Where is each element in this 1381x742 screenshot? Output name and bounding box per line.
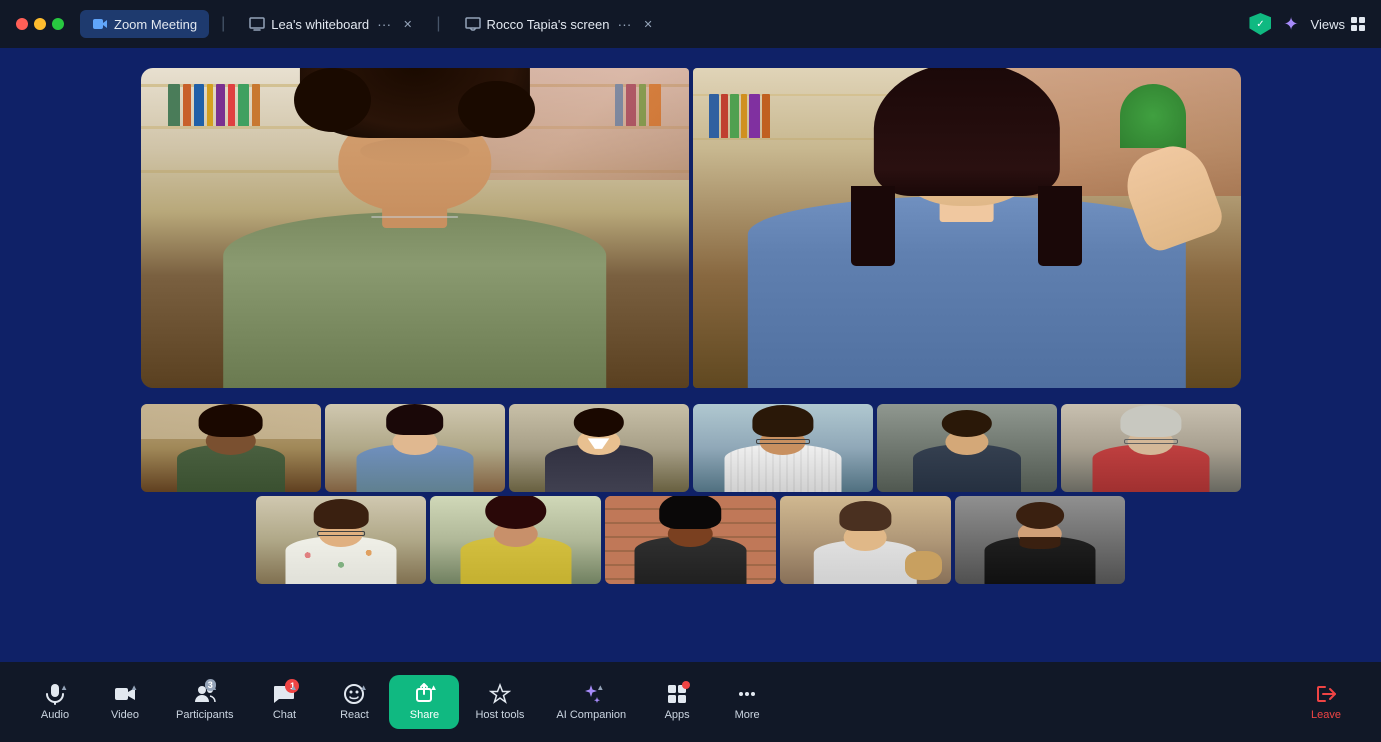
tab-zoom-meeting[interactable]: Zoom Meeting xyxy=(80,10,209,38)
chat-icon: 1 ▲ xyxy=(273,683,295,705)
host-tools-icon xyxy=(489,683,511,705)
video-cell-2 xyxy=(693,68,1241,388)
apps-notification-dot xyxy=(682,681,690,689)
tab-whiteboard-label: Lea's whiteboard xyxy=(271,17,369,32)
thumb-5 xyxy=(877,404,1057,492)
react-icon: ▲ xyxy=(343,683,365,705)
tab-screen-label: Rocco Tapia's screen xyxy=(487,17,610,32)
video-button[interactable]: ▲ Video xyxy=(90,675,160,729)
share-label: Share xyxy=(410,709,439,721)
tab-rocco-screen[interactable]: Rocco Tapia's screen ··· ✕ xyxy=(453,10,665,38)
thumb-7 xyxy=(256,496,427,584)
grid-icon xyxy=(1351,17,1365,31)
screen-icon xyxy=(465,16,481,32)
tab-close-whiteboard[interactable]: ✕ xyxy=(403,18,412,31)
more-button[interactable]: More xyxy=(712,675,782,729)
main-content xyxy=(0,48,1381,662)
thumb-8 xyxy=(430,496,601,584)
video-icon: ▲ xyxy=(114,683,136,705)
tab-close-screen[interactable]: ✕ xyxy=(643,18,652,31)
audio-chevron-icon: ▲ xyxy=(60,683,68,692)
maximize-button[interactable] xyxy=(52,18,64,30)
apps-button[interactable]: Apps xyxy=(642,675,712,729)
leave-label: Leave xyxy=(1311,709,1341,721)
thumb-9 xyxy=(605,496,776,584)
video-label: Video xyxy=(111,709,139,721)
chat-label: Chat xyxy=(273,709,296,721)
apps-icon xyxy=(666,683,688,705)
tab-dots-whiteboard[interactable]: ··· xyxy=(377,16,391,32)
chat-button[interactable]: 1 ▲ Chat xyxy=(249,675,319,729)
react-label: React xyxy=(340,709,369,721)
thumbnail-row-2 xyxy=(256,496,1126,584)
thumb-2 xyxy=(325,404,505,492)
tab-separator-1: | xyxy=(221,15,225,33)
ai-companion-icon: ▲ xyxy=(580,683,602,705)
ai-companion-button[interactable]: ▲ AI Companion xyxy=(540,675,642,729)
share-icon: ▲ xyxy=(413,683,435,705)
thumbnail-row-1 xyxy=(141,404,1241,492)
title-bar-right: ✓ ✦ Views xyxy=(1249,13,1365,35)
react-button[interactable]: ▲ React xyxy=(319,675,389,729)
thumb-1 xyxy=(141,404,321,492)
thumb-4 xyxy=(693,404,873,492)
views-label: Views xyxy=(1311,17,1345,32)
mic-icon: ▲ xyxy=(44,683,66,705)
title-bar: Zoom Meeting | Lea's whiteboard ··· ✕ | … xyxy=(0,0,1381,48)
participants-label: Participants xyxy=(176,709,233,721)
main-video-grid xyxy=(141,68,1241,388)
host-tools-button[interactable]: Host tools xyxy=(459,675,540,729)
ai-sparkle-icon[interactable]: ✦ xyxy=(1283,14,1298,35)
share-button[interactable]: ▲ Share xyxy=(389,675,459,729)
traffic-lights xyxy=(16,18,64,30)
security-shield-icon[interactable]: ✓ xyxy=(1249,13,1271,35)
tab-leas-whiteboard[interactable]: Lea's whiteboard ··· ✕ xyxy=(237,10,424,38)
tab-dots-screen[interactable]: ··· xyxy=(617,16,631,32)
meeting-icon xyxy=(92,16,108,32)
ai-companion-chevron-icon: ▲ xyxy=(596,683,604,692)
leave-button[interactable]: Leave xyxy=(1291,675,1361,729)
tab-zoom-meeting-label: Zoom Meeting xyxy=(114,17,197,32)
tab-separator-2: | xyxy=(436,15,440,33)
thumb-11 xyxy=(955,496,1126,584)
more-icon xyxy=(736,683,758,705)
participants-button[interactable]: 3 ▲ Participants xyxy=(160,675,249,729)
thumb-3 xyxy=(509,404,689,492)
audio-button[interactable]: ▲ Audio xyxy=(20,675,90,729)
participants-chevron-icon: ▲ xyxy=(210,683,218,692)
audio-label: Audio xyxy=(41,709,69,721)
ai-companion-label: AI Companion xyxy=(556,709,626,721)
whiteboard-icon xyxy=(249,16,265,32)
video-cell-1 xyxy=(141,68,689,388)
toolbar: ▲ Audio ▲ Video 3 ▲ Participants xyxy=(0,662,1381,742)
leave-icon xyxy=(1315,683,1337,705)
chat-chevron-icon: ▲ xyxy=(290,683,298,692)
react-chevron-icon: ▲ xyxy=(360,683,368,692)
participants-icon: 3 ▲ xyxy=(194,683,216,705)
minimize-button[interactable] xyxy=(34,18,46,30)
thumb-10 xyxy=(780,496,951,584)
more-label: More xyxy=(735,709,760,721)
views-button[interactable]: Views xyxy=(1311,17,1365,32)
host-tools-label: Host tools xyxy=(475,709,524,721)
video-chevron-icon: ▲ xyxy=(130,683,138,692)
close-button[interactable] xyxy=(16,18,28,30)
thumb-6 xyxy=(1061,404,1241,492)
apps-label: Apps xyxy=(665,709,690,721)
